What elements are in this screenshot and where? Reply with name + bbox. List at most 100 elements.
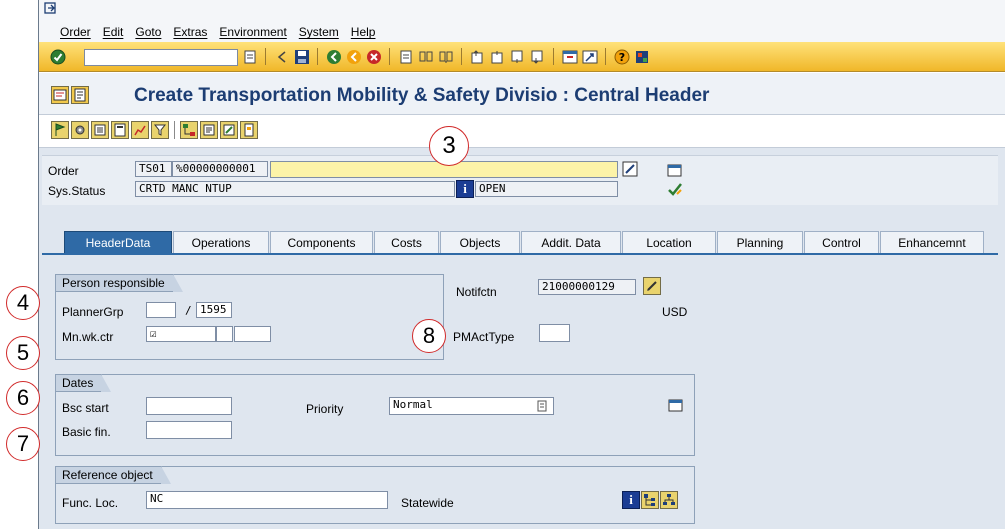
title-bar: Create Transportation Mobility & Safety … <box>39 73 1005 115</box>
notification-field: 21000000129 <box>538 279 636 295</box>
menu-environment[interactable]: Environment <box>219 25 286 39</box>
menu-order[interactable]: Order <box>60 25 91 39</box>
long-text-edit-icon[interactable] <box>621 160 639 178</box>
find-next-icon[interactable] <box>437 48 454 65</box>
display-document-icon[interactable] <box>71 86 89 104</box>
back-icon[interactable] <box>325 48 342 65</box>
page-title: Create Transportation Mobility & Safety … <box>134 85 710 106</box>
basic-finish-date-input[interactable] <box>146 421 232 439</box>
functional-location-input[interactable]: NC <box>146 491 388 509</box>
tab-headerdata[interactable]: HeaderData <box>64 231 172 253</box>
new-session-icon[interactable] <box>561 48 578 65</box>
svg-text:?: ? <box>618 51 624 64</box>
user-status-field: OPEN <box>475 181 618 197</box>
enter-icon[interactable] <box>49 48 66 65</box>
cancel-icon[interactable] <box>365 48 382 65</box>
exit-icon[interactable] <box>345 48 362 65</box>
status-check-icon[interactable] <box>666 180 684 198</box>
menu-system[interactable]: System <box>299 25 339 39</box>
main-work-center-input[interactable]: ☑ <box>146 326 216 342</box>
save-icon[interactable] <box>293 48 310 65</box>
person-responsible-group: Person responsible PlannerGrp / 1595 Mn.… <box>55 274 444 360</box>
toolbar-separator <box>317 48 318 65</box>
tab-addit-data[interactable]: Addit. Data <box>521 231 621 253</box>
tab-costs[interactable]: Costs <box>374 231 439 253</box>
order-label: Order <box>48 164 79 178</box>
shortcut-icon[interactable] <box>581 48 598 65</box>
text-edit-icon[interactable] <box>200 121 218 139</box>
order-details-icon[interactable] <box>666 162 684 180</box>
func-loc-structure-icon[interactable] <box>641 491 659 509</box>
next-page-icon[interactable] <box>509 48 526 65</box>
tab-enhancemnt[interactable]: Enhancemnt <box>880 231 984 253</box>
work-center-dropdown[interactable] <box>216 326 233 342</box>
order-header-panel: Order TS01 %00000000001 Sys.Status CRTD … <box>42 155 998 205</box>
callout-8: 8 <box>412 319 446 353</box>
system-menu-icon[interactable] <box>44 2 60 16</box>
basic-fin-label: Basic fin. <box>62 425 111 439</box>
tab-location[interactable]: Location <box>622 231 716 253</box>
hierarchy-icon[interactable] <box>180 121 198 139</box>
settings-gear-icon[interactable] <box>71 121 89 139</box>
priority-dropdown-icon[interactable] <box>534 398 550 414</box>
back-arrow-icon[interactable] <box>273 48 290 65</box>
callout-5: 5 <box>6 336 40 370</box>
priority-label: Priority <box>306 402 344 416</box>
toolbar-separator <box>461 48 462 65</box>
print-icon[interactable] <box>397 48 414 65</box>
layout-icon[interactable] <box>633 48 650 65</box>
planner-grp-label: PlannerGrp <box>62 305 124 319</box>
toolbar-separator <box>389 48 390 65</box>
document-icon[interactable] <box>240 121 258 139</box>
menu-help[interactable]: Help <box>351 25 376 39</box>
priority-select[interactable]: Normal <box>389 397 554 415</box>
tab-planning[interactable]: Planning <box>717 231 803 253</box>
first-page-icon[interactable] <box>469 48 486 65</box>
scheduling-details-icon[interactable] <box>667 397 685 415</box>
tab-control[interactable]: Control <box>804 231 879 253</box>
calculator-icon[interactable] <box>111 121 129 139</box>
last-page-icon[interactable] <box>529 48 546 65</box>
find-icon[interactable] <box>417 48 434 65</box>
func-loc-description: Statewide <box>401 496 454 510</box>
tab-objects[interactable]: Objects <box>440 231 520 253</box>
callout-4: 4 <box>6 286 40 320</box>
help-icon[interactable]: ? <box>613 48 630 65</box>
menu-items: Order Edit Goto Extras Environment Syste… <box>60 25 375 39</box>
planner-grp-input[interactable] <box>146 302 176 318</box>
work-center-plant-input[interactable] <box>234 326 271 342</box>
toolbar-separator <box>265 48 266 65</box>
tab-operations[interactable]: Operations <box>173 231 269 253</box>
filter-icon[interactable] <box>151 121 169 139</box>
status-info-icon[interactable]: i <box>456 180 474 198</box>
basic-start-date-input[interactable] <box>146 397 232 415</box>
menu-extras[interactable]: Extras <box>173 25 207 39</box>
order-type-icon[interactable] <box>51 86 69 104</box>
tab-components[interactable]: Components <box>270 231 373 253</box>
reference-object-group: Reference object Func. Loc. NC Statewide… <box>55 466 695 524</box>
notification-label: Notifctn <box>456 285 497 299</box>
command-field[interactable] <box>84 49 238 66</box>
func-loc-info-icon[interactable]: i <box>622 491 640 509</box>
tab-strip: HeaderData Operations Components Costs O… <box>42 231 998 255</box>
planning-plant-input[interactable]: 1595 <box>196 302 232 318</box>
command-dropdown-icon[interactable] <box>241 48 258 65</box>
cost-analysis-icon[interactable] <box>131 121 149 139</box>
toolbar-separator <box>553 48 554 65</box>
list-icon[interactable] <box>91 121 109 139</box>
pm-act-type-label: PMActType <box>453 330 515 344</box>
menu-edit[interactable]: Edit <box>103 25 124 39</box>
menu-goto[interactable]: Goto <box>135 25 161 39</box>
callout-3: 3 <box>429 126 469 166</box>
bsc-start-label: Bsc start <box>62 401 109 415</box>
callout-7: 7 <box>6 427 40 461</box>
app-toolbar-separator <box>174 121 175 139</box>
func-loc-hierarchy-icon[interactable] <box>660 491 678 509</box>
edit-pencil-icon[interactable] <box>220 121 238 139</box>
edit-notification-icon[interactable] <box>643 277 661 295</box>
previous-page-icon[interactable] <box>489 48 506 65</box>
pm-act-type-input[interactable] <box>539 324 570 342</box>
release-flag-icon[interactable] <box>51 121 69 139</box>
callout-6: 6 <box>6 381 40 415</box>
order-type-field: TS01 <box>135 161 172 177</box>
